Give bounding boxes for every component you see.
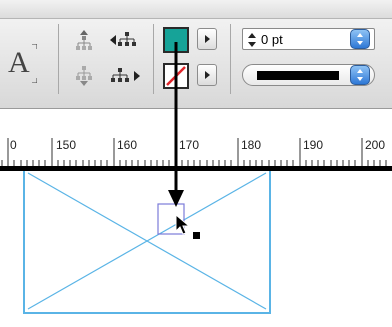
separator <box>153 24 154 94</box>
type-sample-letter: A <box>8 46 30 79</box>
empty-graphic-frame[interactable] <box>0 171 392 327</box>
select-next-icon <box>111 68 140 82</box>
type-sample: A <box>2 38 38 88</box>
select-content-button[interactable] <box>70 64 98 88</box>
ruler-label: 0 <box>10 138 17 152</box>
none-swatch-icon <box>166 66 186 86</box>
triangle-right-icon <box>205 35 210 43</box>
horizontal-ruler[interactable]: 0 150 160 170 180 190 200 <box>0 138 392 166</box>
stroke-weight-field[interactable]: 0 pt <box>242 28 375 50</box>
separator <box>58 24 59 94</box>
ruler-label: 190 <box>303 138 324 152</box>
stroke-type-select[interactable] <box>242 64 375 86</box>
control-panel-titlebar <box>0 0 392 19</box>
document-canvas[interactable] <box>0 171 392 327</box>
fill-swatch[interactable] <box>163 27 189 53</box>
triangle-right-icon <box>205 71 210 79</box>
stroke-swatch[interactable] <box>163 63 189 89</box>
ruler-label: 150 <box>56 138 77 152</box>
corner-bracket-icon <box>32 78 37 83</box>
separator <box>230 24 231 94</box>
ruler-label: 200 <box>365 138 386 152</box>
stroke-menu-button[interactable] <box>197 64 217 86</box>
control-panel: A 0 pt <box>0 0 392 109</box>
app-window: A 0 pt 0 150 160 170 180 190 200 <box>0 0 392 327</box>
stroke-type-preview <box>257 71 339 80</box>
select-container-icon <box>76 30 92 50</box>
select-next-object-button[interactable] <box>108 64 140 88</box>
place-cursor-icon <box>175 213 200 239</box>
select-container-button[interactable] <box>70 28 98 52</box>
select-content-icon <box>76 66 92 86</box>
ruler-label: 170 <box>179 138 200 152</box>
stroke-type-popup-button[interactable] <box>350 65 370 85</box>
ruler-label: 180 <box>241 138 262 152</box>
stroke-weight-value: 0 pt <box>261 32 283 47</box>
ruler-label: 160 <box>117 138 138 152</box>
corner-bracket-icon <box>32 44 37 49</box>
select-previous-icon <box>110 32 136 46</box>
select-previous-object-button[interactable] <box>108 28 136 52</box>
up-down-arrows-icon <box>357 33 363 45</box>
up-down-arrows-icon <box>357 69 363 81</box>
stroke-weight-popup-button[interactable] <box>350 29 370 49</box>
stepper-arrows-icon[interactable] <box>246 32 258 48</box>
fill-menu-button[interactable] <box>197 28 217 50</box>
